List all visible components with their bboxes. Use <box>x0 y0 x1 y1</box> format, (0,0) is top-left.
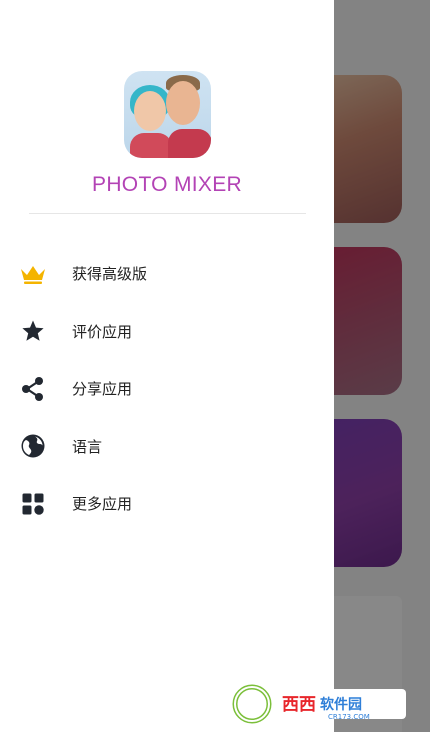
menu-item-share-app[interactable]: 分享应用 <box>0 360 334 418</box>
menu-label: 语言 <box>72 437 103 456</box>
menu-item-language[interactable]: 语言 <box>0 418 334 476</box>
crown-icon <box>18 259 48 289</box>
apps-grid-icon <box>18 489 48 519</box>
menu-label: 获得高级版 <box>72 265 148 284</box>
menu-item-more-apps[interactable]: 更多应用 <box>0 475 334 533</box>
svg-text:西西: 西西 <box>282 695 316 715</box>
app-title: PHOTO MIXER <box>92 173 242 196</box>
star-icon <box>18 316 48 346</box>
divider <box>29 213 306 214</box>
drawer-menu: 获得高级版 评价应用 分享应用 语言 更多应用 <box>0 245 334 533</box>
menu-label: 更多应用 <box>72 495 133 514</box>
menu-label: 评价应用 <box>72 322 133 341</box>
svg-text:软件园: 软件园 <box>320 696 362 713</box>
menu-item-get-premium[interactable]: 获得高级版 <box>0 245 334 303</box>
app-logo <box>124 71 211 158</box>
svg-text:CR173.COM: CR173.COM <box>328 713 370 721</box>
globe-icon <box>18 431 48 461</box>
menu-item-rate-app[interactable]: 评价应用 <box>0 303 334 361</box>
navigation-drawer: PHOTO MIXER 获得高级版 评价应用 分享应用 语言 更多应用 <box>0 0 334 732</box>
watermark-logo: 西西 软件园 CR173.COM <box>232 684 410 724</box>
share-icon <box>18 374 48 404</box>
menu-label: 分享应用 <box>72 380 133 399</box>
